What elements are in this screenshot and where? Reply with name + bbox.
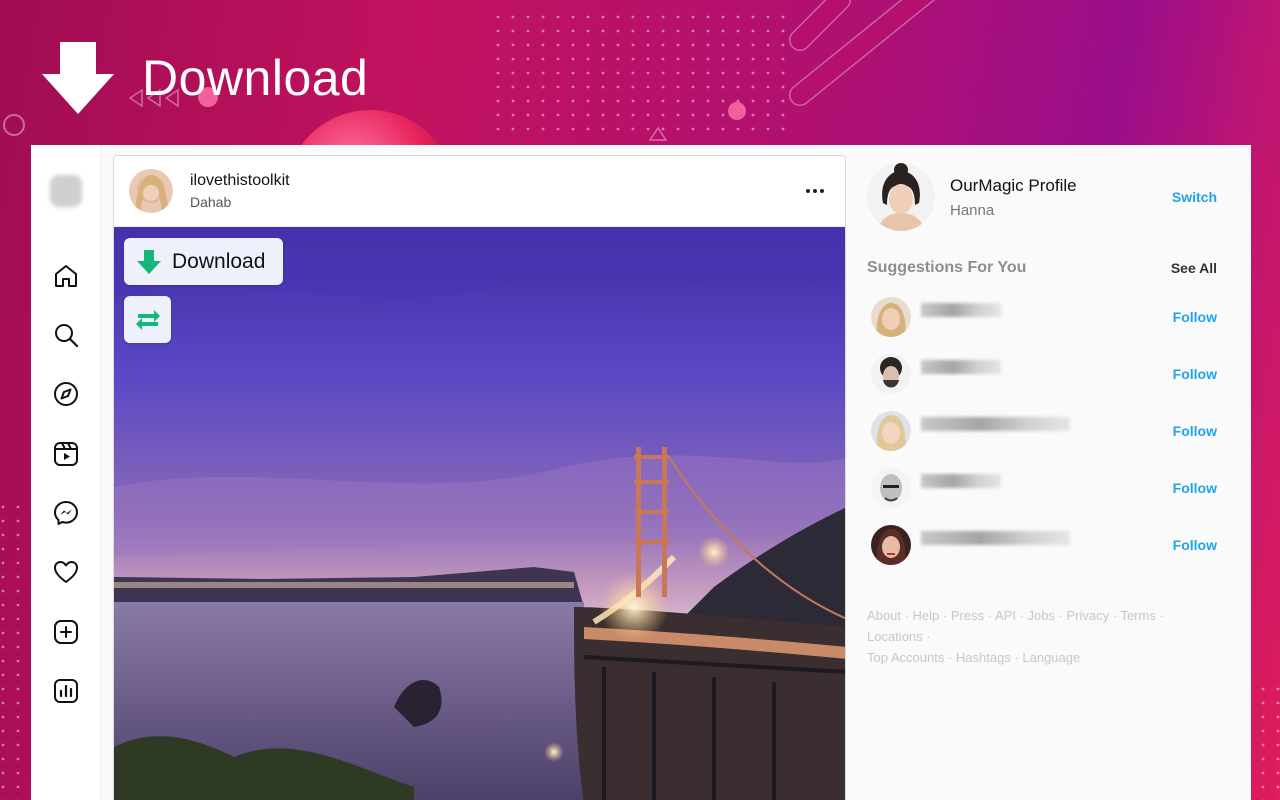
footer-link-top-accounts[interactable]: Top Accounts xyxy=(867,650,944,665)
see-all-link[interactable]: See All xyxy=(1171,260,1217,276)
footer-link-api[interactable]: API xyxy=(995,608,1016,623)
hero-banner: Download xyxy=(40,40,368,116)
suggestions-header: Suggestions For You See All xyxy=(867,259,1217,277)
sidebar-item-search[interactable] xyxy=(31,315,101,355)
sidebar-item-insights[interactable] xyxy=(31,671,101,711)
footer-link-jobs[interactable]: Jobs xyxy=(1027,608,1054,623)
current-profile-name[interactable]: OurMagic Profile xyxy=(950,176,1172,196)
right-panel: OurMagic Profile Hanna Switch Suggestion… xyxy=(867,145,1227,800)
suggestion-item: Follow xyxy=(871,465,1217,511)
post-header: ilovethistoolkit Dahab xyxy=(114,156,845,227)
app-logo[interactable] xyxy=(50,175,82,207)
create-icon xyxy=(54,620,78,644)
post-location[interactable]: Dahab xyxy=(190,194,800,210)
sidebar-item-messenger[interactable] xyxy=(31,493,101,533)
suggestion-username-blurred xyxy=(921,417,1070,431)
footer-link-press[interactable]: Press xyxy=(951,608,984,623)
current-profile-avatar[interactable] xyxy=(867,163,935,231)
suggestion-username-blurred xyxy=(921,531,1070,545)
sidebar-item-home[interactable] xyxy=(31,256,101,296)
footer-link-terms[interactable]: Terms xyxy=(1120,608,1155,623)
suggestion-avatar[interactable] xyxy=(871,297,911,337)
download-button-label: Download xyxy=(172,249,266,273)
suggestion-item: Follow xyxy=(871,522,1217,568)
current-profile-subtitle: Hanna xyxy=(950,201,995,219)
suggestion-item: Follow xyxy=(871,294,1217,340)
sidebar-item-notifications[interactable] xyxy=(31,552,101,592)
footer-links: About · Help · Press · API · Jobs · Priv… xyxy=(867,608,1164,665)
more-options-icon[interactable] xyxy=(800,189,830,193)
suggestions-title: Suggestions For You xyxy=(867,259,1027,276)
repost-icon xyxy=(135,309,160,330)
post-photo xyxy=(114,227,845,800)
suggestion-avatar[interactable] xyxy=(871,411,911,451)
footer-link-privacy[interactable]: Privacy xyxy=(1067,608,1110,623)
hero-title: Download xyxy=(142,50,369,106)
footer-link-help[interactable]: Help xyxy=(913,608,940,623)
post-author-avatar[interactable] xyxy=(129,169,173,213)
footer-link-locations[interactable]: Locations xyxy=(867,629,923,644)
heart-icon xyxy=(54,561,78,583)
suggestion-avatar[interactable] xyxy=(871,468,911,508)
insights-icon xyxy=(54,679,78,703)
download-arrow-icon xyxy=(137,249,161,274)
repost-button[interactable] xyxy=(124,296,171,343)
sidebar-item-create[interactable] xyxy=(31,612,101,652)
post-author-username[interactable]: ilovethistoolkit xyxy=(190,172,800,190)
sidebar-item-explore[interactable] xyxy=(31,374,101,414)
suggestion-username-blurred xyxy=(921,474,1001,488)
download-arrow-icon xyxy=(42,42,114,114)
footer-link-about[interactable]: About xyxy=(867,608,901,623)
footer-link-hashtags[interactable]: Hashtags xyxy=(956,650,1011,665)
suggestion-item: Follow xyxy=(871,351,1217,397)
download-button[interactable]: Download xyxy=(124,238,284,285)
follow-button[interactable]: Follow xyxy=(1173,537,1217,553)
messenger-icon xyxy=(54,501,78,525)
follow-button[interactable]: Follow xyxy=(1173,480,1217,496)
explore-icon xyxy=(54,382,78,406)
sidebar xyxy=(31,145,101,800)
suggestion-username-blurred xyxy=(921,360,1001,374)
suggestion-item: Follow xyxy=(871,408,1217,454)
current-profile: OurMagic Profile Hanna Switch xyxy=(867,161,1217,233)
feed-post: ilovethistoolkit Dahab Download xyxy=(113,155,846,800)
follow-button[interactable]: Follow xyxy=(1173,423,1217,439)
suggestion-username-blurred xyxy=(921,303,1001,317)
search-icon xyxy=(55,324,79,348)
follow-button[interactable]: Follow xyxy=(1173,309,1217,325)
suggestion-avatar[interactable] xyxy=(871,525,911,565)
follow-button[interactable]: Follow xyxy=(1173,366,1217,382)
footer-link-language[interactable]: Language xyxy=(1022,650,1080,665)
suggestion-avatar[interactable] xyxy=(871,354,911,394)
sidebar-item-reels[interactable] xyxy=(31,434,101,474)
home-icon xyxy=(55,265,77,287)
switch-account-button[interactable]: Switch xyxy=(1172,189,1217,205)
reels-icon xyxy=(54,442,78,466)
app-window: ilovethistoolkit Dahab Download OurMagic… xyxy=(31,145,1251,800)
